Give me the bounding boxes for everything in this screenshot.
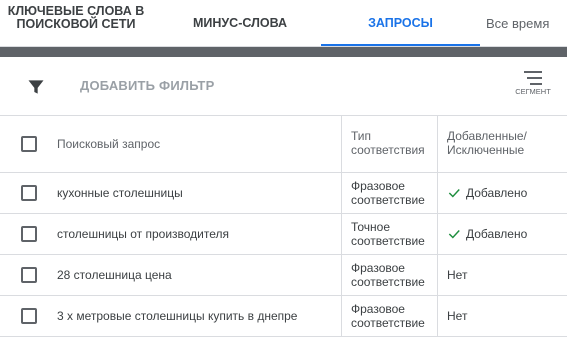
column-divider bbox=[437, 116, 438, 172]
match-type-cell: Фразовое соответствие bbox=[351, 302, 425, 330]
tab-negative-keywords[interactable]: Минус-слова bbox=[175, 0, 305, 46]
table-row[interactable]: кухонные столешницы Фразовое соответстви… bbox=[0, 173, 567, 214]
status-text: Добавлено bbox=[466, 186, 528, 200]
table-row[interactable]: столешницы от производителя Точное соотв… bbox=[0, 214, 567, 255]
match-type-cell: Фразовое соответствие bbox=[351, 179, 425, 207]
segment-button[interactable]: Сегмент bbox=[510, 71, 556, 107]
header-added-excluded[interactable]: Добавленные/ Исключенные bbox=[447, 129, 557, 157]
column-divider bbox=[341, 214, 342, 254]
search-term-cell: 3 х метровые столешницы купить в днепре bbox=[57, 309, 298, 323]
column-divider bbox=[437, 173, 438, 213]
status-cell: Добавлено bbox=[447, 186, 527, 200]
column-divider bbox=[437, 296, 438, 336]
search-terms-table: Поисковый запрос Тип соответствия Добавл… bbox=[0, 116, 567, 337]
tab-bar: Ключевые слова в поисковой сети Минус-сл… bbox=[0, 0, 567, 47]
row-checkbox[interactable] bbox=[21, 226, 37, 242]
column-divider bbox=[341, 296, 342, 336]
tab-search-terms[interactable]: Запросы bbox=[321, 0, 480, 46]
segment-icon bbox=[524, 71, 542, 85]
table-header-row: Поисковый запрос Тип соответствия Добавл… bbox=[0, 116, 567, 173]
column-divider bbox=[341, 116, 342, 172]
status-cell: Нет bbox=[447, 268, 467, 282]
status-cell: Добавлено bbox=[447, 227, 527, 241]
table-row[interactable]: 28 столешница цена Фразовое соответствие… bbox=[0, 255, 567, 296]
status-text: Нет bbox=[447, 309, 468, 323]
header-match-type[interactable]: Тип соответствия bbox=[351, 129, 433, 157]
column-divider bbox=[437, 255, 438, 295]
status-cell: Нет bbox=[447, 309, 467, 323]
filter-icon[interactable] bbox=[26, 77, 46, 97]
row-checkbox[interactable] bbox=[21, 267, 37, 283]
column-divider bbox=[437, 214, 438, 254]
tab-search-keywords[interactable]: Ключевые слова в поисковой сети bbox=[0, 0, 152, 46]
date-range-selector[interactable]: Все время bbox=[486, 0, 567, 46]
header-search-term[interactable]: Поисковый запрос bbox=[57, 137, 160, 151]
divider-band bbox=[0, 47, 567, 57]
select-all-checkbox[interactable] bbox=[21, 136, 37, 152]
segment-label: Сегмент bbox=[515, 87, 551, 96]
row-checkbox[interactable] bbox=[21, 185, 37, 201]
status-text: Нет bbox=[447, 268, 468, 282]
add-filter-button[interactable]: Добавить фильтр bbox=[80, 78, 214, 93]
active-tab-indicator bbox=[321, 44, 480, 46]
column-divider bbox=[341, 255, 342, 295]
search-term-cell: столешницы от производителя bbox=[57, 227, 230, 241]
status-text: Добавлено bbox=[466, 227, 528, 241]
match-type-cell: Фразовое соответствие bbox=[351, 261, 425, 289]
search-term-cell: 28 столешница цена bbox=[57, 268, 172, 282]
row-checkbox[interactable] bbox=[21, 308, 37, 324]
table-row[interactable]: 3 х метровые столешницы купить в днепре … bbox=[0, 296, 567, 337]
search-term-cell: кухонные столешницы bbox=[57, 186, 183, 200]
filter-toolbar: Добавить фильтр Сегмент bbox=[0, 57, 567, 116]
check-icon bbox=[448, 189, 460, 198]
column-divider bbox=[341, 173, 342, 213]
match-type-cell: Точное соответствие bbox=[351, 220, 425, 248]
check-icon bbox=[448, 230, 460, 239]
